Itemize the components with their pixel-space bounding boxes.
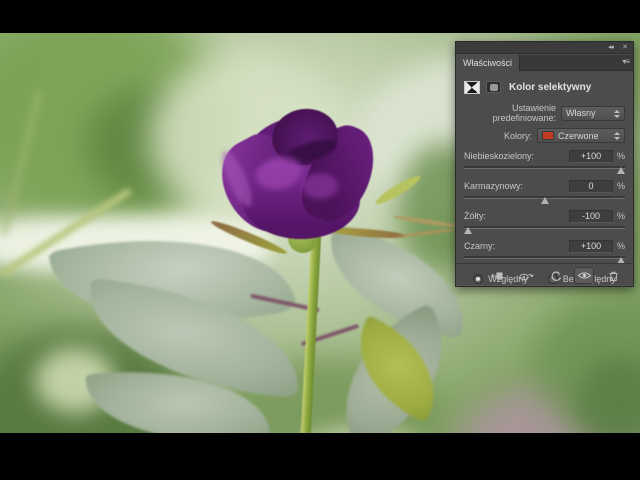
slider-value-field[interactable]: -100 bbox=[569, 210, 613, 223]
preset-label: Ustawienie predefiniowane: bbox=[464, 103, 561, 123]
slider-handle[interactable] bbox=[617, 167, 625, 174]
reset-icon[interactable] bbox=[545, 267, 565, 284]
tab-properties[interactable]: Właściwości bbox=[456, 55, 520, 71]
rose-bloom bbox=[228, 103, 380, 255]
colors-label: Kolory: bbox=[464, 131, 537, 141]
preset-row: Ustawienie predefiniowane: Własny bbox=[464, 103, 625, 123]
slider-unit: % bbox=[613, 151, 625, 161]
black-slider-group: Czarny: +100 % bbox=[464, 239, 625, 263]
toggle-visibility-icon[interactable] bbox=[574, 267, 594, 284]
preset-dropdown[interactable]: Własny bbox=[561, 106, 625, 121]
slider-unit: % bbox=[613, 211, 625, 221]
colors-value: Czerwone bbox=[558, 131, 599, 141]
panel-content: Kolor selektywny Ustawienie predefiniowa… bbox=[456, 72, 633, 286]
slider-value-field[interactable]: +100 bbox=[569, 150, 613, 163]
chevron-updown-icon bbox=[614, 132, 621, 140]
chevron-updown-icon bbox=[614, 110, 621, 118]
slider-label: Żółty: bbox=[464, 211, 569, 221]
rose-petal-highlight bbox=[302, 173, 338, 199]
magenta-slider-group: Karmazynowy: 0 % bbox=[464, 179, 625, 203]
slider-track[interactable] bbox=[464, 224, 625, 233]
panel-titlebar: ◂◂ ✕ bbox=[456, 42, 633, 54]
yellow-slider-group: Żółty: -100 % bbox=[464, 209, 625, 233]
view-previous-state-icon[interactable] bbox=[516, 267, 536, 284]
panel-footer bbox=[456, 263, 633, 286]
slider-track[interactable] bbox=[464, 164, 625, 173]
collapse-to-icons-icon[interactable]: ◂◂ bbox=[608, 43, 613, 53]
colors-row: Kolory: Czerwone bbox=[464, 128, 625, 143]
slider-unit: % bbox=[613, 181, 625, 191]
cyan-slider-group: Niebieskozielony: +100 % bbox=[464, 149, 625, 173]
colors-dropdown[interactable]: Czerwone bbox=[537, 128, 625, 143]
slider-label: Czarny: bbox=[464, 241, 569, 251]
delete-icon[interactable] bbox=[603, 267, 623, 284]
selective-color-icon bbox=[464, 81, 480, 94]
slider-handle[interactable] bbox=[541, 197, 549, 204]
adjustment-header: Kolor selektywny bbox=[464, 78, 625, 96]
panel-tabbar: Właściwości ▾≡ bbox=[456, 55, 633, 71]
clip-to-layer-icon[interactable] bbox=[487, 267, 507, 284]
layer-mask-icon[interactable] bbox=[486, 81, 501, 93]
panel-menu-icon[interactable]: ▾≡ bbox=[622, 57, 629, 66]
slider-label: Niebieskozielony: bbox=[464, 151, 569, 161]
slider-track[interactable] bbox=[464, 254, 625, 263]
properties-panel: ◂◂ ✕ Właściwości ▾≡ Kolor selektywny Ust… bbox=[455, 41, 634, 287]
screenshot: ◂◂ ✕ Właściwości ▾≡ Kolor selektywny Ust… bbox=[0, 0, 640, 480]
slider-unit: % bbox=[613, 241, 625, 251]
slider-track[interactable] bbox=[464, 194, 625, 203]
preset-value: Własny bbox=[566, 108, 596, 118]
slider-handle[interactable] bbox=[464, 227, 472, 234]
slider-value-field[interactable]: 0 bbox=[569, 180, 613, 193]
close-icon[interactable]: ✕ bbox=[622, 43, 628, 53]
slider-label: Karmazynowy: bbox=[464, 181, 569, 191]
slider-value-field[interactable]: +100 bbox=[569, 240, 613, 253]
color-swatch bbox=[542, 131, 554, 140]
adjustment-title: Kolor selektywny bbox=[509, 82, 591, 93]
